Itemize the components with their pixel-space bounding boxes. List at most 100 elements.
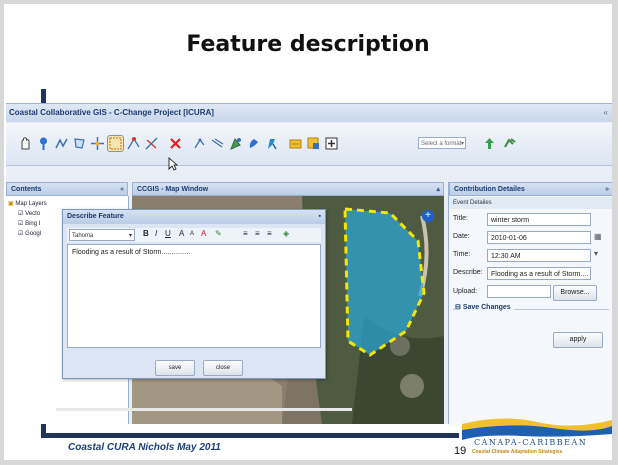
- apply-button[interactable]: apply: [553, 332, 603, 348]
- shrink-font-icon[interactable]: A: [190, 231, 194, 237]
- dialog-title: Describe Feature: [67, 213, 124, 220]
- delete-icon[interactable]: [168, 136, 183, 151]
- dialog-title-bar: Describe Feature ▪: [63, 210, 325, 224]
- zoom-in-icon[interactable]: +: [422, 210, 434, 222]
- identify-icon[interactable]: [228, 136, 243, 151]
- folder-icon: ▣: [8, 201, 14, 207]
- decorative-bar: [41, 433, 459, 438]
- align-center-icon[interactable]: ≡: [255, 229, 260, 238]
- app-title-bar: Coastal Collaborative GIS - C-Change Pro…: [6, 104, 612, 122]
- event-details-header: Event Detailes: [449, 197, 612, 209]
- chevron-down-icon: ▾: [460, 141, 464, 147]
- time-label: Time:: [453, 251, 471, 258]
- tree-item-bing[interactable]: ☑ Bing I: [18, 220, 40, 227]
- calendar-icon[interactable]: ▦: [594, 232, 604, 243]
- description-editor[interactable]: Flooding as a result of Storm...........…: [67, 244, 321, 348]
- grow-font-icon[interactable]: A: [179, 229, 184, 238]
- measure-icon[interactable]: [192, 136, 207, 151]
- describe-field[interactable]: Flooding as a result of Storm....: [487, 267, 591, 280]
- highlight-icon[interactable]: ✎: [215, 229, 222, 238]
- decorative-line: [56, 408, 352, 411]
- italic-icon[interactable]: I: [155, 229, 157, 238]
- collapse-icon[interactable]: ▴: [436, 183, 440, 197]
- measure-area-icon[interactable]: [210, 136, 225, 151]
- map-panel-header: CCGIS - Map Window ▴: [132, 182, 444, 196]
- select-feature-icon[interactable]: [107, 135, 124, 152]
- formatting-toolbar: Tahoma ▾ B I U A A A ✎ ≡ ≡ ≡ ◈: [67, 228, 321, 242]
- details-panel-header: Contribution Detailes »: [449, 182, 612, 196]
- save-changes-toggle[interactable]: ⊟ Save Changes: [455, 303, 514, 311]
- decorative-bar: [41, 89, 46, 104]
- contents-panel-header: Contents «: [6, 182, 128, 196]
- edit-vertex-icon[interactable]: [126, 136, 141, 151]
- collapse-icon[interactable]: »: [605, 183, 609, 197]
- map-title: CCGIS - Map Window: [137, 186, 209, 193]
- upload-icon[interactable]: [482, 136, 497, 151]
- format-select-value: Select a format: [421, 141, 462, 147]
- style-icon[interactable]: [264, 136, 279, 151]
- logo-text: CANAPA-CARIBBEAN: [474, 438, 588, 447]
- slide-title: Feature description: [186, 32, 430, 57]
- title-label: Title:: [453, 215, 468, 222]
- title-field[interactable]: winter storm: [487, 213, 591, 226]
- app-title: Coastal Collaborative GIS - C-Change Pro…: [9, 108, 214, 117]
- event-details-label: Event Detailes: [453, 200, 492, 206]
- checkbox-icon[interactable]: ☑: [18, 221, 23, 227]
- collapse-icon: ⊟: [455, 304, 461, 311]
- split-icon[interactable]: [144, 136, 159, 151]
- font-color-icon[interactable]: A: [201, 229, 206, 238]
- mouse-cursor-icon: [168, 157, 178, 171]
- close-button[interactable]: close: [203, 360, 243, 376]
- bold-icon[interactable]: B: [143, 229, 149, 238]
- save-button[interactable]: save: [155, 360, 195, 376]
- description-text: Flooding as a result of Storm...........…: [72, 249, 191, 256]
- export-icon[interactable]: [288, 136, 303, 151]
- place-marker-icon[interactable]: [36, 136, 51, 151]
- font-select-value: Tahoma: [72, 233, 94, 239]
- font-select[interactable]: Tahoma ▾: [69, 229, 135, 241]
- tree-item-label: Map Layers: [15, 201, 47, 207]
- close-icon[interactable]: ▪: [319, 210, 321, 224]
- tree-item-label: Googl: [25, 231, 42, 237]
- move-icon[interactable]: [90, 136, 105, 151]
- sync-icon[interactable]: [502, 136, 517, 151]
- browse-button[interactable]: Browse...: [553, 285, 597, 301]
- upload-field[interactable]: [487, 285, 551, 298]
- draw-polygon-icon[interactable]: [72, 136, 87, 151]
- chevron-down-icon: ▾: [128, 233, 132, 239]
- footer-text: Coastal CURA Nichols May 2011: [68, 442, 221, 453]
- chevron-down-icon[interactable]: ▾: [594, 249, 604, 260]
- toolbar: Select a format ▾: [6, 123, 612, 166]
- print-icon[interactable]: [306, 136, 321, 151]
- format-select[interactable]: Select a format ▾: [418, 137, 466, 149]
- tree-item-label: Bing I: [25, 221, 41, 227]
- checkbox-icon[interactable]: ☑: [18, 211, 23, 217]
- time-field[interactable]: 12:30 AM: [487, 249, 591, 262]
- zoom-extent-icon[interactable]: [324, 136, 339, 151]
- tree-item-map-layers[interactable]: ▣ Map Layers: [8, 200, 47, 207]
- save-changes-label: Save Changes: [462, 304, 511, 311]
- contribution-panel: Contribution Detailes » Event Detailes T…: [448, 182, 612, 424]
- align-left-icon[interactable]: ≡: [243, 229, 248, 238]
- collapse-icon[interactable]: «: [120, 183, 124, 197]
- tree-item-vector[interactable]: ☑ Vecto: [18, 210, 40, 217]
- tree-item-label: Vecto: [25, 211, 41, 217]
- draw-line-icon[interactable]: [54, 136, 69, 151]
- contents-title: Contents: [11, 186, 42, 193]
- date-field[interactable]: 2010-01-06: [487, 231, 591, 244]
- date-label: Date:: [453, 233, 470, 240]
- details-title: Contribution Detailes: [454, 186, 525, 193]
- tree-item-google[interactable]: ☑ Googl: [18, 230, 41, 237]
- upload-label: Upload:: [453, 288, 478, 295]
- describe-feature-dialog: Describe Feature ▪ Tahoma ▾ B I U A A A …: [62, 209, 326, 379]
- describe-label: Describe:: [453, 269, 483, 276]
- query-icon[interactable]: [246, 136, 261, 151]
- feature-polygon[interactable]: [340, 203, 440, 363]
- slide: Feature description Coastal Collaborativ…: [4, 4, 612, 460]
- collapse-icon[interactable]: «: [604, 104, 608, 122]
- pan-icon[interactable]: [18, 136, 33, 151]
- source-edit-icon[interactable]: ◈: [283, 229, 289, 238]
- checkbox-icon[interactable]: ☑: [18, 231, 23, 237]
- align-right-icon[interactable]: ≡: [267, 229, 272, 238]
- underline-icon[interactable]: U: [165, 229, 171, 238]
